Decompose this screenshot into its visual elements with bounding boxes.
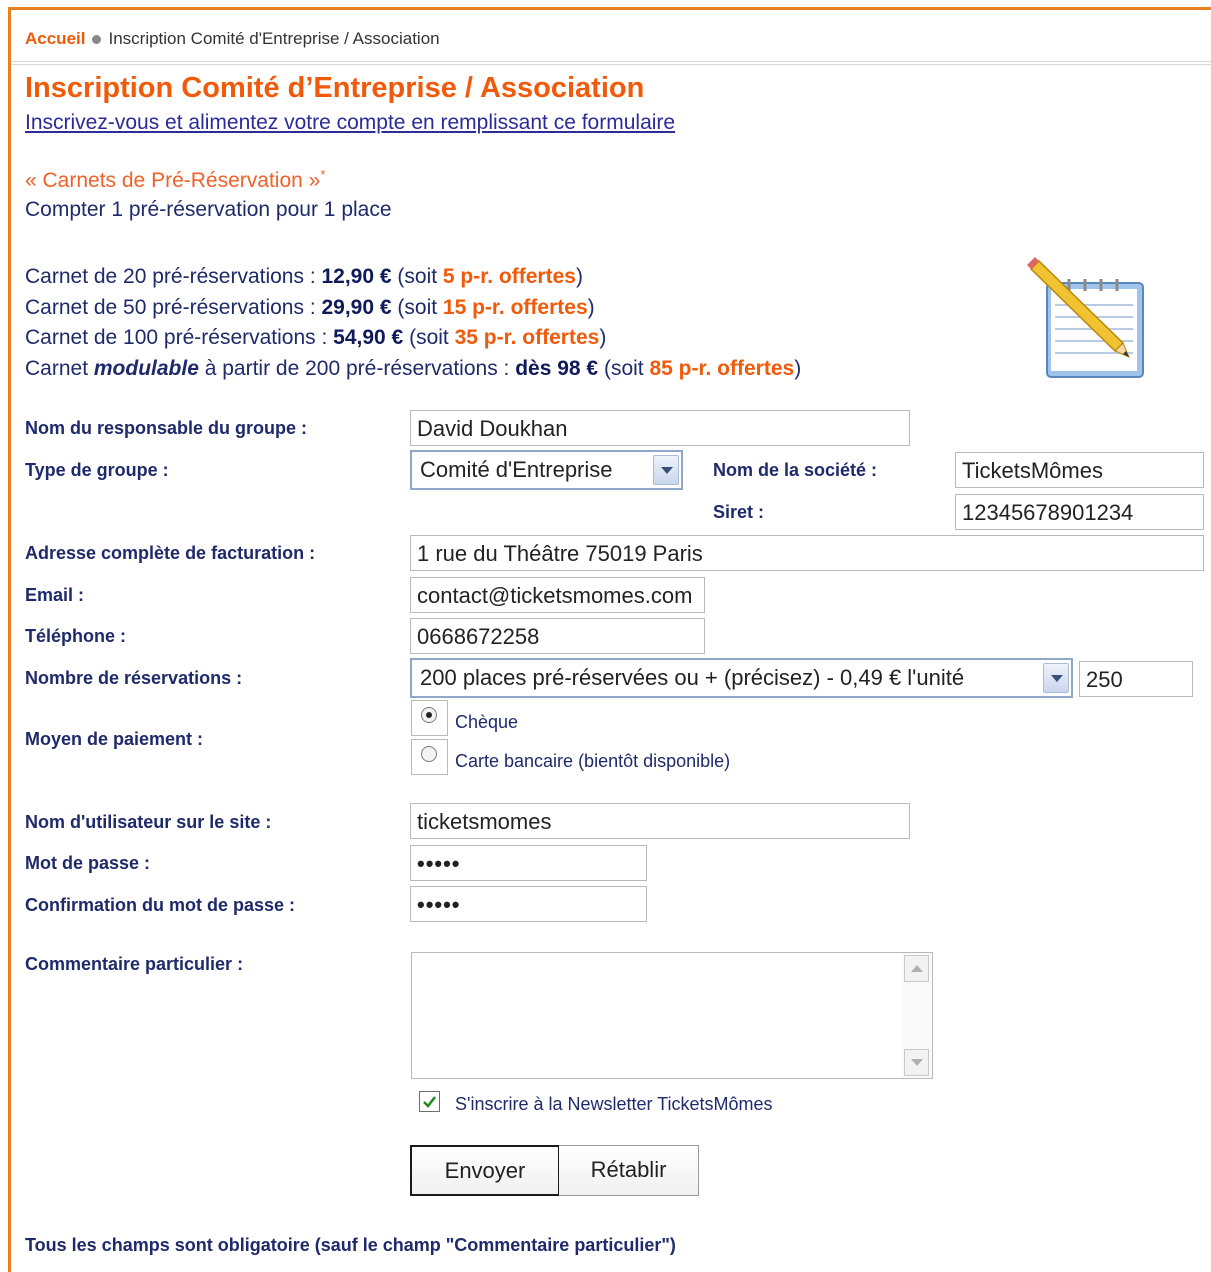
reservations-quantity-input[interactable]: 250 bbox=[1079, 661, 1193, 697]
price-line-prefix: Carnet de 20 pré-réservations : bbox=[25, 265, 322, 288]
price-line-mid: (soit bbox=[403, 326, 455, 349]
price-line-middle: à partir de 200 pré-réservations : bbox=[198, 356, 516, 380]
price-value: dès 98 € bbox=[515, 356, 599, 380]
newsletter-label[interactable]: S'inscrire à la Newsletter TicketsMômes bbox=[455, 1094, 773, 1115]
radio-carte-label[interactable]: Carte bancaire (bientôt disponible) bbox=[455, 751, 730, 772]
radio-cheque-label[interactable]: Chèque bbox=[455, 712, 518, 733]
textarea-scrollbar[interactable] bbox=[902, 953, 932, 1078]
price-value: 54,90 € bbox=[333, 326, 404, 349]
breadcrumb-home-link[interactable]: Accueil bbox=[25, 29, 85, 48]
label-email: Email : bbox=[25, 585, 85, 605]
responsable-input[interactable]: David Doukhan bbox=[410, 410, 910, 446]
chevron-down-icon[interactable] bbox=[653, 455, 679, 485]
page-title: Inscription Comité d’Entreprise / Associ… bbox=[25, 72, 645, 104]
label-username: Nom d'utilisateur sur le site : bbox=[25, 812, 272, 832]
label-societe: Nom de la société : bbox=[713, 460, 878, 480]
price-line-prefix: Carnet de 50 pré-réservations : bbox=[25, 295, 322, 319]
price-offer: 15 p-r. offertes bbox=[442, 295, 588, 319]
price-value: 29,90 € bbox=[321, 295, 392, 319]
carnets-note: Compter 1 pré-réservation pour 1 place bbox=[25, 198, 392, 221]
radio-unselected-icon[interactable] bbox=[421, 746, 437, 762]
price-line-suffix: ) bbox=[575, 265, 583, 288]
scroll-up-icon[interactable] bbox=[904, 955, 929, 982]
scroll-down-icon[interactable] bbox=[904, 1049, 929, 1076]
price-offer: 5 p-r. offertes bbox=[442, 265, 576, 288]
password-confirm-input[interactable]: ••••• bbox=[410, 886, 647, 922]
label-commentaire: Commentaire particulier : bbox=[25, 954, 244, 974]
price-line-mid: (soit bbox=[391, 265, 443, 288]
submit-button[interactable]: Envoyer bbox=[410, 1145, 560, 1196]
password-input[interactable]: ••••• bbox=[410, 845, 647, 881]
price-line-suffix: ) bbox=[587, 295, 595, 319]
reservations-value: 200 places pré-réservées ou + (précisez)… bbox=[420, 665, 965, 690]
label-reservations: Nombre de réservations : bbox=[25, 668, 243, 688]
type-groupe-select[interactable]: Comité d'Entreprise bbox=[410, 450, 683, 490]
price-line-mid: (soit bbox=[598, 356, 650, 380]
label-telephone: Téléphone : bbox=[25, 626, 127, 646]
breadcrumb-current: Inscription Comité d'Entreprise / Associ… bbox=[108, 29, 440, 48]
price-line-suffix: ) bbox=[794, 356, 802, 380]
price-offer: 35 p-r. offertes bbox=[454, 326, 600, 349]
breadcrumb: Accueil Inscription Comité d'Entreprise /… bbox=[25, 29, 440, 49]
label-password: Mot de passe : bbox=[25, 853, 151, 873]
label-siret: Siret : bbox=[713, 502, 765, 522]
chevron-down-icon[interactable] bbox=[1043, 663, 1069, 693]
price-line: Carnet de 20 pré-réservations : 12,90 € … bbox=[25, 262, 801, 293]
label-adresse: Adresse complète de facturation : bbox=[25, 543, 316, 563]
radio-cheque[interactable] bbox=[411, 700, 448, 736]
email-input[interactable]: contact@ticketsmomes.com bbox=[410, 577, 705, 613]
telephone-input[interactable]: 0668672258 bbox=[410, 618, 705, 654]
page-subtitle-link[interactable]: Inscrivez-vous et alimentez votre compte… bbox=[25, 111, 675, 135]
newsletter-checkbox[interactable] bbox=[419, 1091, 440, 1112]
type-groupe-value: Comité d'Entreprise bbox=[420, 457, 613, 482]
price-line-prefix: Carnet bbox=[25, 356, 94, 380]
label-paiement: Moyen de paiement : bbox=[25, 729, 204, 749]
carnets-asterisk: * bbox=[320, 167, 326, 182]
reservations-select[interactable]: 200 places pré-réservées ou + (précisez)… bbox=[410, 658, 1073, 698]
checkmark-icon bbox=[423, 1096, 436, 1108]
price-line-prefix: Carnet de 100 pré-réservations : bbox=[25, 326, 334, 349]
label-responsable: Nom du responsable du groupe : bbox=[25, 418, 308, 438]
societe-input[interactable]: TicketsMômes bbox=[955, 452, 1204, 488]
carnets-heading: « Carnets de Pré-Réservation »* bbox=[25, 167, 325, 193]
modulable-emphasis: modulable bbox=[93, 356, 199, 380]
adresse-input[interactable]: 1 rue du Théâtre 75019 Paris bbox=[410, 535, 1204, 571]
price-value: 12,90 € bbox=[321, 265, 392, 288]
price-line-mid: (soit bbox=[391, 295, 443, 319]
siret-input[interactable]: 12345678901234 bbox=[955, 494, 1204, 530]
reset-button[interactable]: Rétablir bbox=[559, 1145, 699, 1196]
price-line-suffix: ) bbox=[599, 326, 607, 349]
label-password-confirm: Confirmation du mot de passe : bbox=[25, 895, 296, 915]
price-line-modulable: Carnet modulable à partir de 200 pré-rés… bbox=[25, 354, 801, 385]
price-line: Carnet de 50 pré-réservations : 29,90 € … bbox=[25, 293, 801, 324]
carnets-heading-text: « Carnets de Pré-Réservation » bbox=[25, 169, 321, 192]
commentaire-textarea[interactable] bbox=[411, 952, 933, 1079]
username-input[interactable]: ticketsmomes bbox=[410, 803, 910, 839]
radio-carte-bancaire[interactable] bbox=[411, 739, 448, 775]
price-offer: 85 p-r. offertes bbox=[649, 356, 795, 380]
bullet-icon bbox=[92, 34, 102, 44]
radio-selected-icon[interactable] bbox=[421, 707, 437, 723]
breadcrumb-divider bbox=[12, 61, 1211, 65]
price-line: Carnet de 100 pré-réservations : 54,90 €… bbox=[25, 323, 801, 354]
label-type-groupe: Type de groupe : bbox=[25, 460, 169, 480]
notepad-pencil-icon bbox=[1027, 257, 1144, 378]
price-list: Carnet de 20 pré-réservations : 12,90 € … bbox=[25, 262, 801, 384]
required-fields-note: Tous les champs sont obligatoire (sauf l… bbox=[25, 1235, 676, 1255]
